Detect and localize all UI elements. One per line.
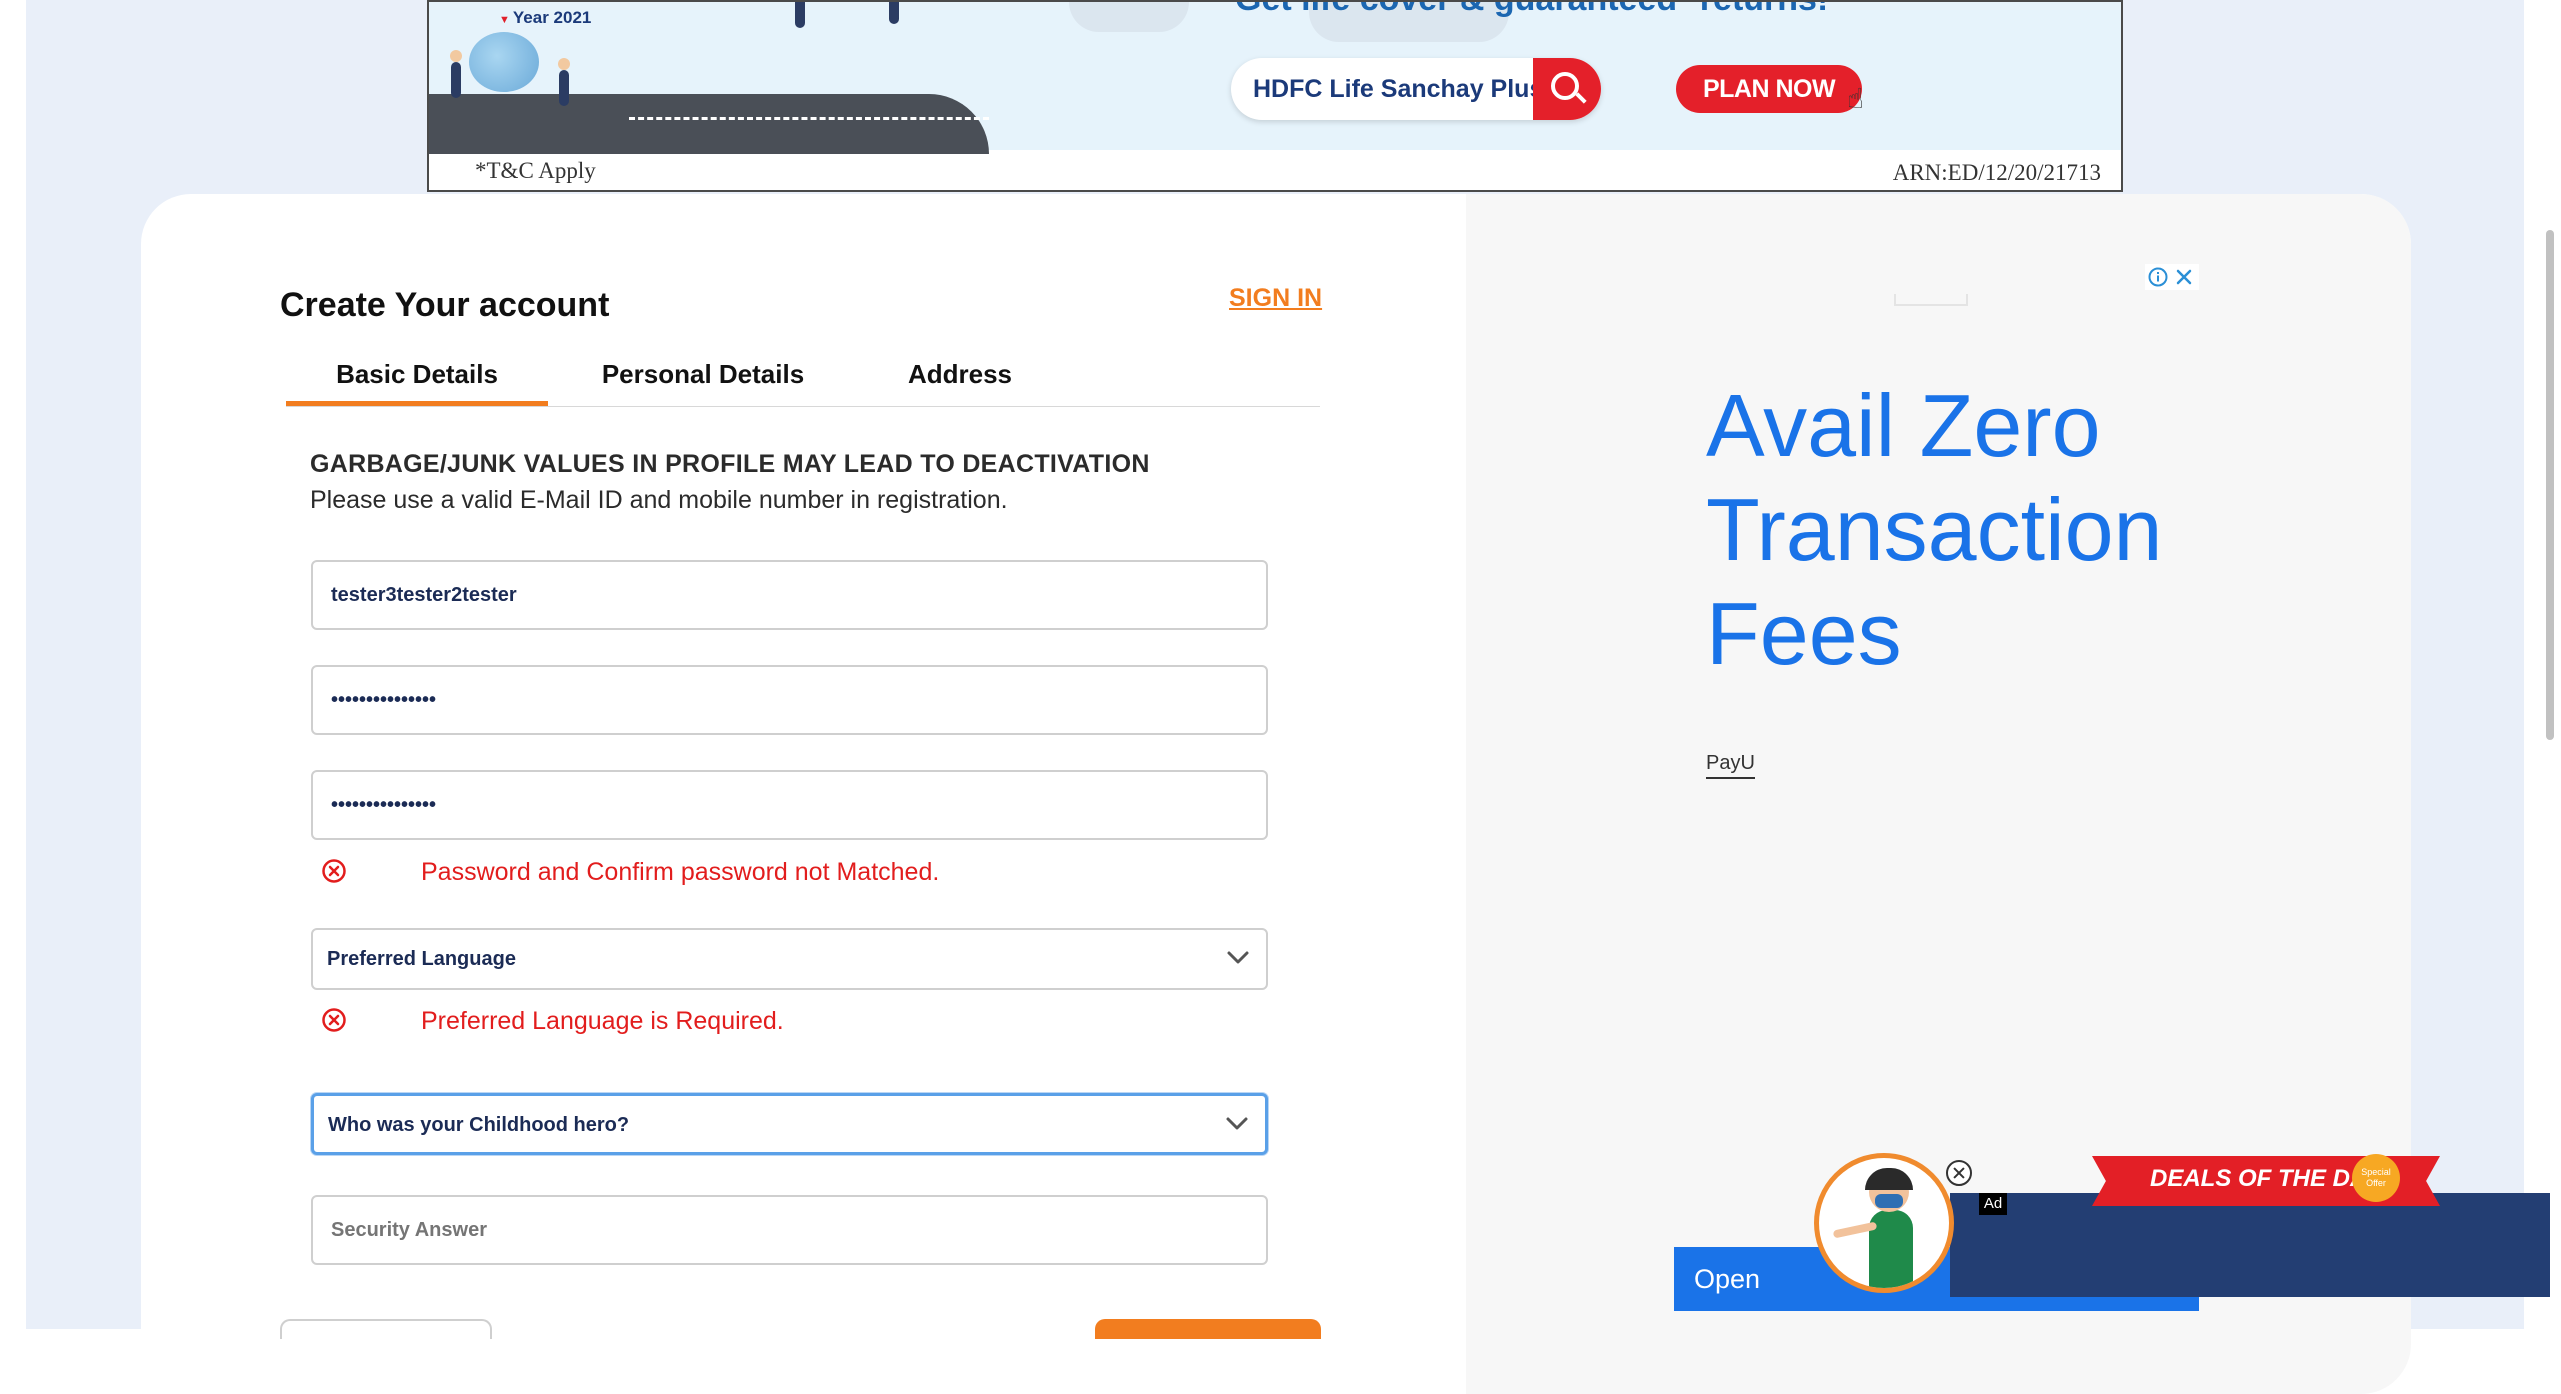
tab-personal-details[interactable]: Personal Details: [548, 344, 858, 406]
registration-tabs: Basic Details Personal Details Address: [286, 344, 1320, 407]
banner-tnc: *T&C Apply: [475, 158, 596, 183]
security-question-value: Who was your Childhood hero?: [328, 1114, 630, 1136]
banner-search-text: HDFC Life Sanchay Plus: [1253, 75, 1544, 103]
ad-headline-line: Transaction: [1706, 480, 2163, 579]
person-illustration: [889, 2, 899, 24]
close-icon[interactable]: [2173, 266, 2195, 288]
banner-arn: ARN:ED/12/20/21713: [1892, 160, 2101, 185]
security-question-select[interactable]: Who was your Childhood hero?: [311, 1093, 1268, 1155]
security-answer-field[interactable]: [311, 1195, 1268, 1265]
ad-headline: Avail Zero Transaction Fees: [1706, 374, 2163, 686]
scrollbar[interactable]: [2546, 230, 2554, 740]
deals-label: DEALS OF THE DAY: [2150, 1165, 2382, 1192]
banner-headline: Get life cover & guaranteed* returns!: [1235, 2, 1828, 19]
banner-year-tag: Year 2021: [499, 8, 591, 28]
plan-now-button[interactable]: PLAN NOW: [1676, 65, 1862, 113]
close-icon[interactable]: [1946, 1160, 1972, 1186]
banner-search-pill[interactable]: HDFC Life Sanchay Plus: [1231, 58, 1601, 120]
side-ad[interactable]: Avail Zero Transaction Fees PayU Open: [1674, 264, 2199, 1311]
ad-label: Ad: [1979, 1193, 2007, 1215]
preferred-language-value: Preferred Language: [327, 948, 516, 970]
ad-controls: [2145, 264, 2199, 290]
language-error-text: Preferred Language is Required.: [421, 1007, 784, 1035]
top-banner-ad[interactable]: Year 2021 Get life cover & guaranteed* r…: [427, 0, 2123, 192]
info-icon[interactable]: [2147, 266, 2169, 288]
password-field[interactable]: [311, 665, 1268, 735]
username-field[interactable]: [311, 560, 1268, 630]
chevron-down-icon: [1227, 951, 1249, 964]
person-illustration: [795, 2, 805, 28]
password-input[interactable]: [331, 667, 1231, 733]
page-title: Create Your account: [280, 286, 610, 324]
search-icon[interactable]: [1533, 58, 1601, 120]
banner-road: [429, 94, 989, 154]
warning-text: Please use a valid E-Mail ID and mobile …: [310, 486, 1008, 514]
tree-illustration: [469, 32, 539, 92]
error-circle-icon: [322, 1008, 346, 1032]
special-offer-badge: Special Offer: [2352, 1154, 2400, 1202]
ad-brand-link[interactable]: PayU: [1706, 752, 1755, 779]
ad-headline-line: Avail Zero: [1706, 376, 2101, 475]
security-answer-input[interactable]: [331, 1197, 1231, 1263]
tab-basic-details[interactable]: Basic Details: [286, 344, 548, 406]
confirm-password-input[interactable]: [331, 772, 1231, 838]
deals-banner[interactable]: [1950, 1193, 2550, 1297]
warning-heading: GARBAGE/JUNK VALUES IN PROFILE MAY LEAD …: [310, 450, 1150, 478]
tab-address[interactable]: Address: [858, 344, 1062, 406]
confirm-password-field[interactable]: [311, 770, 1268, 840]
back-button[interactable]: [280, 1319, 492, 1339]
password-error-text: Password and Confirm password not Matche…: [421, 858, 940, 886]
hand-cursor-icon: ☝: [1847, 83, 1865, 114]
error-circle-icon: [322, 859, 346, 883]
sign-in-link[interactable]: SIGN IN: [1229, 284, 1322, 313]
preferred-language-select[interactable]: Preferred Language: [311, 928, 1268, 990]
mascot-avatar[interactable]: [1814, 1153, 1954, 1293]
ad-headline-line: Fees: [1706, 584, 1902, 683]
person-illustration: [558, 58, 570, 106]
continue-button[interactable]: [1095, 1319, 1321, 1339]
person-illustration: [450, 50, 462, 98]
chevron-down-icon: [1226, 1117, 1248, 1130]
username-input[interactable]: [331, 562, 1231, 628]
